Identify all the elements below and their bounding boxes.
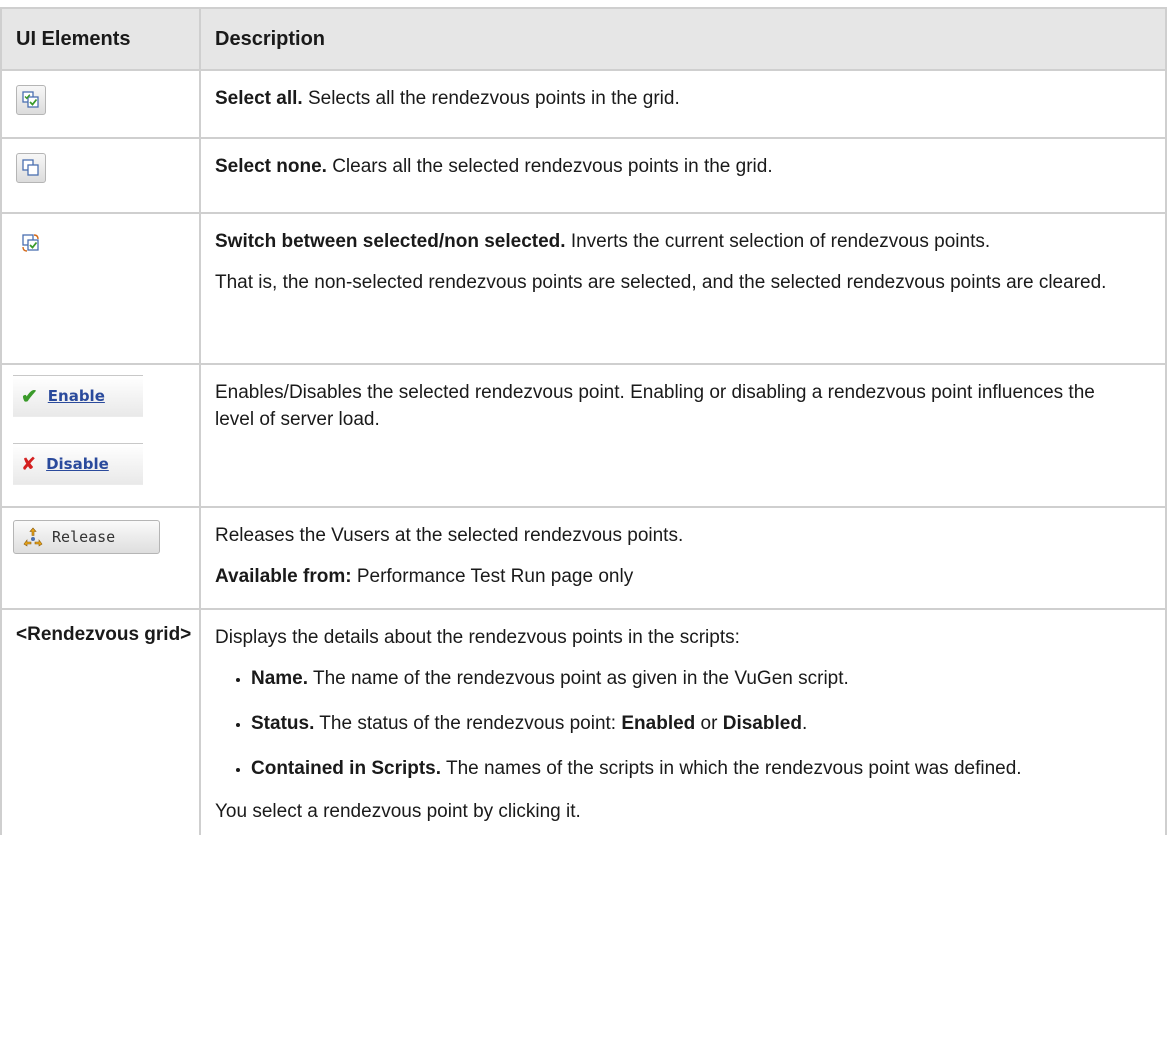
select-all-icon [22,91,39,108]
bullet-title: Status. [251,713,315,734]
bullet-title: Name. [251,668,309,689]
table-row: Select all. Selects all the rendezvous p… [0,69,1167,139]
disable-label: Disable [46,455,109,473]
ui-element-cell: ✔ Enable ✘ Disable [0,363,201,508]
grid-footer: You select a rendezvous point by clickin… [215,801,581,822]
invert-selection-icon [22,234,39,252]
invert-selection-button[interactable] [16,228,46,258]
description-cell: Releases the Vusers at the selected rend… [199,506,1167,610]
switch-text: Inverts the current selection of rendezv… [565,231,991,252]
ui-element-cell [0,69,201,139]
description-cell: Select all. Selects all the rendezvous p… [199,69,1167,139]
status-end: . [801,713,808,734]
table-row: ✔ Enable ✘ Disable Enables/Disables the … [0,363,1167,508]
table-row: Release Releases the Vusers at the selec… [0,506,1167,610]
select-all-text: Selects all the rendezvous points in the… [302,88,680,109]
select-none-icon [22,159,39,176]
release-icon [23,527,43,547]
select-none-title: Select none. [215,156,327,177]
bullet-text: The status of the rendezvous point: [314,713,622,734]
table-row: Select none. Clears all the selected ren… [0,137,1167,214]
check-icon: ✔ [21,385,38,408]
status-disabled: Disabled [722,713,802,734]
description-cell: Select none. Clears all the selected ren… [199,137,1167,214]
description-cell: Displays the details about the rendezvou… [199,608,1167,835]
header-ui-elements: UI Elements [0,7,201,71]
ui-elements-table: UI Elements Description Select all. Sele… [0,7,1167,835]
select-all-title: Select all. [215,88,303,109]
ui-element-cell [0,137,201,214]
select-none-button[interactable] [16,153,46,183]
grid-intro: Displays the details about the rendezvou… [215,627,740,648]
bullet-title: Contained in Scripts. [251,758,442,779]
select-all-button[interactable] [16,85,46,115]
release-label: Release [52,528,116,546]
switch-text-2: That is, the non-selected rendezvous poi… [215,272,1107,293]
status-or: or [695,713,723,734]
available-from-label: Available from: [215,566,352,587]
select-none-text: Clears all the selected rendezvous point… [326,156,773,177]
table-header-row: UI Elements Description [0,7,1167,71]
ui-element-cell: Release [0,506,201,610]
grid-columns-list: Name. The name of the rendezvous point a… [215,665,1135,782]
description-cell: Switch between selected/non selected. In… [199,212,1167,365]
available-from-text: Performance Test Run page only [351,566,634,587]
list-item: Status. The status of the rendezvous poi… [251,710,1135,737]
enable-label: Enable [47,387,105,405]
x-icon: ✘ [21,453,37,475]
ui-element-cell: <Rendezvous grid> [0,608,201,835]
status-enabled: Enabled [621,713,696,734]
rendezvous-grid-label: <Rendezvous grid> [16,624,192,645]
disable-button[interactable]: ✘ Disable [13,443,143,485]
enable-button[interactable]: ✔ Enable [13,375,143,417]
release-text: Releases the Vusers at the selected rend… [215,525,684,546]
list-item: Name. The name of the rendezvous point a… [251,665,1135,692]
bullet-text: The name of the rendezvous point as give… [308,668,849,689]
enable-disable-text: Enables/Disables the selected rendezvous… [215,382,1095,430]
header-description: Description [199,7,1167,71]
release-button[interactable]: Release [13,520,160,554]
description-cell: Enables/Disables the selected rendezvous… [199,363,1167,508]
ui-element-cell [0,212,201,365]
table-row: <Rendezvous grid> Displays the details a… [0,608,1167,835]
list-item: Contained in Scripts. The names of the s… [251,755,1135,782]
bullet-text: The names of the scripts in which the re… [441,758,1022,779]
table-row: Switch between selected/non selected. In… [0,212,1167,365]
switch-title: Switch between selected/non selected. [215,231,566,252]
